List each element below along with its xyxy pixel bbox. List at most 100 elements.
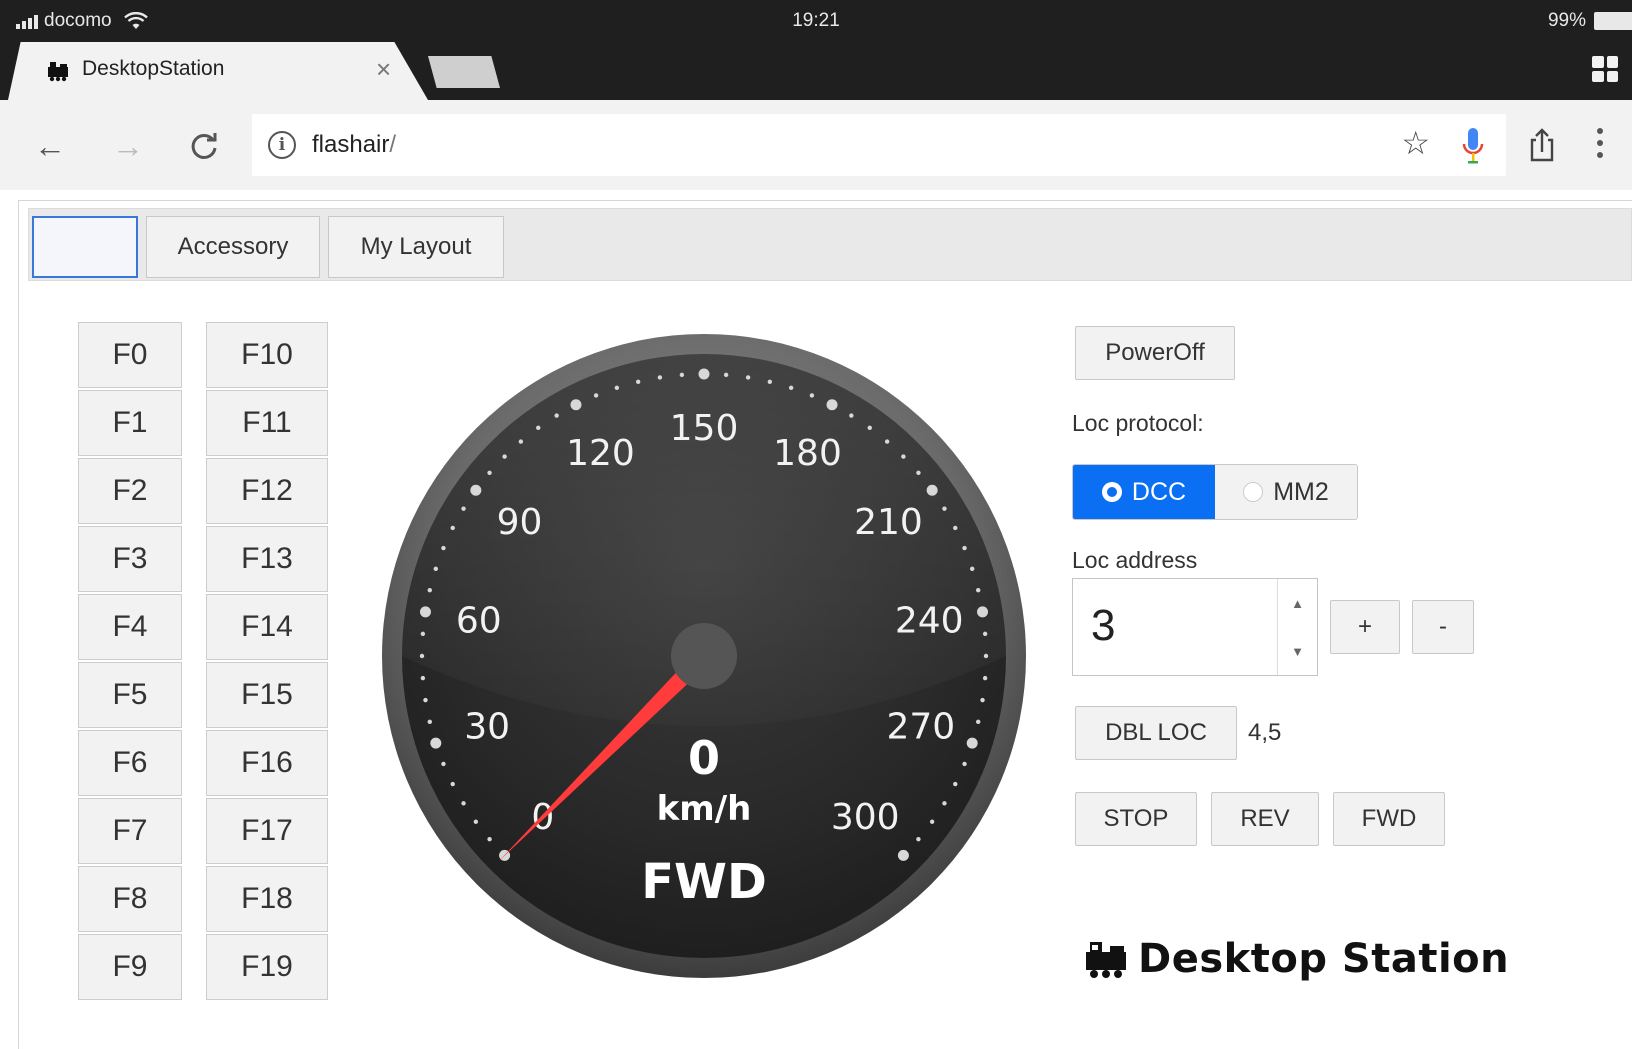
function-button-f3[interactable]: F3 [78,526,182,592]
minor-tick [942,801,947,806]
gauge-label-180: 180 [773,433,842,474]
desktop-station-logo: Desktop Station [1084,936,1509,982]
gauge-label-240: 240 [895,600,964,641]
minor-tick [723,372,729,378]
protocol-dcc-radio[interactable]: DCC [1073,465,1215,519]
major-tick [419,606,431,618]
loc-address-value: 3 [1091,601,1116,650]
loc-address-input[interactable]: 3 ▲ ▼ [1072,578,1318,676]
minor-tick [614,385,620,391]
address-bar[interactable]: i flashair/ ☆ [252,114,1506,176]
forward-button[interactable]: FWD [1333,792,1445,846]
back-arrow-icon[interactable]: ← [26,122,74,170]
minor-tick [518,439,524,444]
major-tick [470,484,482,496]
gauge-label-30: 30 [464,706,510,747]
minor-tick [901,454,906,459]
function-button-f4[interactable]: F4 [78,594,182,660]
overflow-menu-icon[interactable] [1590,128,1610,168]
function-button-f17[interactable]: F17 [206,798,328,864]
protocol-radio-group: DCC MM2 [1072,464,1358,520]
minor-tick [635,379,641,384]
minor-tick [916,836,921,842]
major-tick [826,399,838,411]
gauge-label-120: 120 [566,433,635,474]
gauge-label-90: 90 [497,502,543,543]
direction-readout: FWD [641,854,767,910]
tab-cab[interactable]: Cab [32,216,138,278]
reload-icon[interactable] [180,122,228,170]
function-button-f14[interactable]: F14 [206,594,328,660]
minor-tick [657,375,663,380]
speed-unit: km/h [657,789,752,829]
function-button-f5[interactable]: F5 [78,662,182,728]
battery-percent: 99% [1547,10,1586,31]
minor-tick [849,413,854,418]
browser-tab-strip: DesktopStation × [0,42,1632,100]
gauge-label-60: 60 [456,600,502,641]
minor-tick [942,506,947,511]
reverse-button[interactable]: REV [1211,792,1319,846]
minor-tick [433,566,439,572]
function-button-f15[interactable]: F15 [206,662,328,728]
protocol-mm2-radio[interactable]: MM2 [1215,465,1357,519]
spin-down-icon[interactable]: ▼ [1278,627,1317,675]
address-minus-button[interactable]: - [1412,600,1474,654]
address-spinner[interactable]: ▲ ▼ [1277,579,1317,675]
function-button-f18[interactable]: F18 [206,866,328,932]
microphone-icon[interactable] [1460,126,1486,166]
minor-tick [420,631,426,637]
function-button-f1[interactable]: F1 [78,390,182,456]
function-button-f9[interactable]: F9 [78,934,182,1000]
major-tick [926,484,938,496]
gauge-label-300: 300 [831,797,900,838]
function-button-f2[interactable]: F2 [78,458,182,524]
bookmark-star-icon[interactable]: ☆ [1401,124,1430,162]
url-host: flashair [312,131,390,158]
major-tick [430,737,442,749]
function-button-f12[interactable]: F12 [206,458,328,524]
close-tab-icon[interactable]: × [376,54,391,85]
locomotive-icon [48,62,68,82]
tab-accessory[interactable]: Accessory [146,216,320,278]
minor-tick [867,425,872,431]
browser-toolbar: ← → i flashair/ ☆ [0,100,1632,190]
loc-address-label: Loc address [1072,547,1198,573]
speedometer-gauge[interactable]: 0306090120150180210240270300 0 km/h FWD [374,326,1034,986]
forward-arrow-icon[interactable]: → [104,122,152,170]
minor-tick [788,385,794,391]
radio-unselected-icon [1243,482,1264,502]
minor-tick [473,819,479,824]
function-button-f11[interactable]: F11 [206,390,328,456]
status-bar: docomo 19:21 99% [0,0,1632,42]
function-button-f10[interactable]: F10 [206,322,328,388]
function-button-f19[interactable]: F19 [206,934,328,1000]
stop-button[interactable]: STOP [1075,792,1197,846]
power-off-button[interactable]: PowerOff [1075,326,1235,380]
minor-tick [679,372,685,378]
function-button-f8[interactable]: F8 [78,866,182,932]
gauge-label-210: 210 [854,502,923,543]
minor-tick [593,393,599,398]
minor-tick [427,719,432,725]
function-button-f7[interactable]: F7 [78,798,182,864]
tab-my-layout[interactable]: My Layout [328,216,504,278]
minor-tick [502,454,507,459]
share-icon[interactable] [1518,122,1566,170]
minor-tick [536,425,541,431]
new-tab-button[interactable] [428,56,500,88]
address-plus-button[interactable]: + [1330,600,1400,654]
tab-switcher-icon[interactable] [1592,56,1618,82]
minor-tick [929,819,935,824]
spin-up-icon[interactable]: ▲ [1278,579,1317,627]
major-tick [966,737,978,749]
function-button-f6[interactable]: F6 [78,730,182,796]
function-button-f0[interactable]: F0 [78,322,182,388]
site-info-icon[interactable]: i [268,131,296,159]
protocol-dcc-label: DCC [1131,477,1187,506]
dbl-loc-button[interactable]: DBL LOC [1075,706,1237,760]
minor-tick [450,525,455,531]
function-button-f13[interactable]: F13 [206,526,328,592]
minor-tick [461,801,466,806]
function-button-f16[interactable]: F16 [206,730,328,796]
